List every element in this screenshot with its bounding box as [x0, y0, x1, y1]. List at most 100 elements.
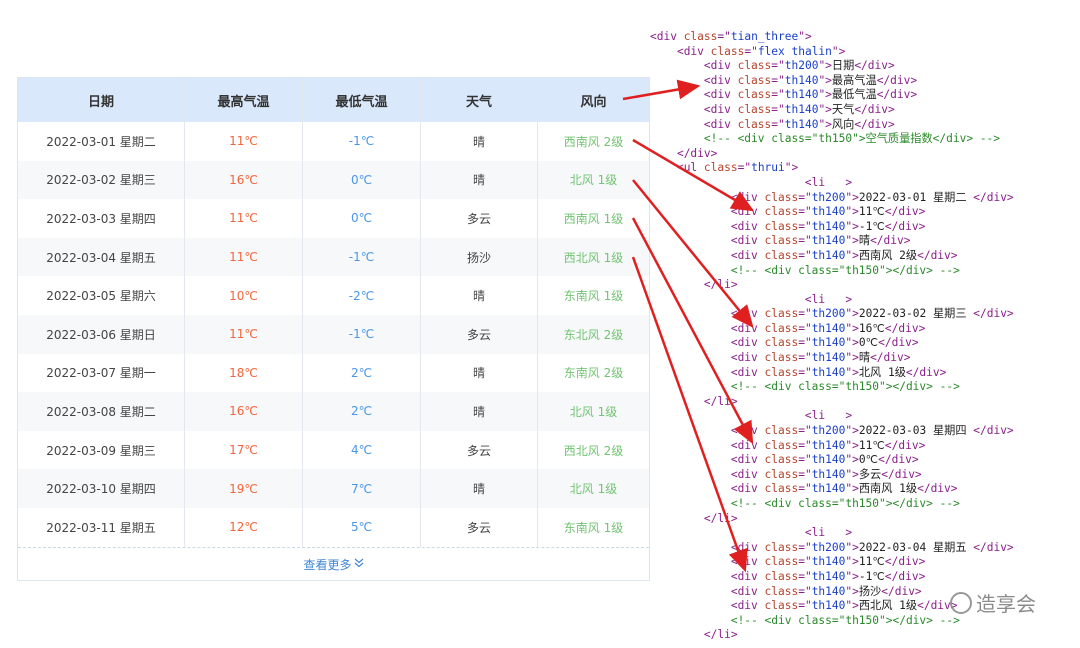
cell-low-temp: 2℃ [303, 353, 421, 393]
code-token: =" [771, 88, 785, 102]
code-token: "> [831, 44, 846, 58]
table-row: 2022-03-10 星期四 19℃ 7℃ 晴 北风 1级 [18, 469, 649, 508]
view-more-button[interactable]: 查看更多 [18, 546, 649, 581]
table-row: 2022-03-03 星期四 11℃ 0℃ 多云 西南风 1级 [18, 199, 649, 238]
cell-weather: 扬沙 [421, 237, 538, 277]
code-token: =" [798, 424, 812, 438]
code-token: 0℃ [858, 336, 879, 350]
code-token: <div [730, 307, 765, 321]
code-token: =" [771, 117, 785, 131]
code-token: class [764, 438, 799, 452]
code-token: "> [845, 307, 859, 321]
code-token: "> [845, 336, 859, 350]
code-token: =" [798, 569, 812, 583]
code-token: </div> [870, 351, 911, 365]
cell-date: 2022-03-03 星期四 [18, 199, 185, 238]
code-token: <div [703, 117, 738, 131]
code-line: <li > [650, 293, 1070, 308]
code-token: =" [798, 555, 812, 569]
code-token: <li > [804, 292, 853, 306]
cell-low-temp: -1℃ [303, 122, 421, 161]
code-token: </div> [884, 219, 926, 233]
cell-weather: 晴 [421, 353, 538, 393]
cell-high-temp: 11℃ [185, 199, 303, 238]
code-token: </div> [676, 146, 718, 160]
cell-wind: 西南风 1级 [563, 211, 624, 226]
cell-high-temp: 16℃ [185, 160, 303, 200]
code-token: "> [845, 540, 859, 554]
code-token: </div> [854, 102, 895, 116]
code-line: <div class="th140">西南风 1级</div> [650, 482, 1070, 497]
cell-date: 2022-03-08 星期二 [18, 392, 185, 431]
code-token: class [703, 161, 738, 175]
code-token: th140 [811, 555, 846, 569]
code-line: <div class="th200">2022-03-02 星期三 </div> [650, 307, 1070, 322]
code-token: th140 [811, 584, 846, 598]
cell-low-temp: 7℃ [303, 469, 421, 508]
cell-wind: 东北风 2级 [563, 327, 624, 342]
code-line: <!-- <div class="th150"></div> --> [650, 264, 1070, 279]
code-token: "> [845, 453, 859, 467]
header-date: 日期 [18, 78, 185, 122]
code-token: =" [798, 453, 812, 467]
code-token: =" [798, 365, 812, 379]
code-token: </div> [917, 248, 958, 262]
code-token: "> [784, 161, 799, 175]
code-token: </li> [703, 511, 738, 525]
code-token: "> [818, 88, 832, 102]
code-token: =" [798, 438, 812, 452]
code-token: "> [845, 365, 859, 379]
code-token: class [764, 365, 799, 379]
code-token: </div> [917, 482, 958, 496]
cell-weather: 晴 [421, 276, 538, 315]
code-token: th200 [811, 307, 846, 321]
table-row: 2022-03-11 星期五 12℃ 5℃ 多云 东南风 1级 [18, 507, 649, 547]
code-token: =" [798, 234, 812, 248]
code-line: <div class="th200">日期</div> [650, 59, 1070, 74]
code-token: <div [730, 424, 765, 438]
cell-date: 2022-03-01 星期二 [18, 122, 185, 161]
code-line: <div class="th140">0℃</div> [650, 453, 1070, 468]
cell-low-temp: -1℃ [303, 314, 421, 354]
code-token: </div> [878, 453, 919, 467]
table-row: 2022-03-01 星期二 11℃ -1℃ 晴 西南风 2级 [18, 122, 649, 161]
code-token: th140 [811, 467, 846, 481]
table-row: 2022-03-07 星期一 18℃ 2℃ 晴 东南风 2级 [18, 353, 649, 393]
table-header: 日期 最高气温 最低气温 天气 风向 [18, 78, 649, 122]
weather-table: 日期 最高气温 最低气温 天气 风向 2022-03-01 星期二 11℃ -1℃ 晴… [17, 77, 650, 581]
cell-wind: 西北风 1级 [563, 250, 624, 265]
table-row: 2022-03-02 星期三 16℃ 0℃ 晴 北风 1级 [18, 160, 649, 200]
code-line: <div class="th140">11℃</div> [650, 439, 1070, 454]
code-token: class [737, 73, 772, 87]
code-token: <div [676, 44, 711, 58]
watermark: 造享会 [950, 588, 1036, 617]
code-token: </div> [870, 234, 911, 248]
code-token: class [737, 117, 772, 131]
cell-high-temp: 16℃ [185, 392, 303, 431]
code-token: <div [730, 467, 765, 481]
cell-low-temp: -2℃ [303, 276, 421, 315]
code-token: th140 [784, 88, 819, 102]
cell-date: 2022-03-05 星期六 [18, 276, 185, 315]
code-token: =" [798, 219, 812, 233]
cell-high-temp: 10℃ [185, 276, 303, 315]
double-chevron-down-icon [354, 558, 364, 571]
code-token: th140 [811, 336, 846, 350]
code-token: =" [771, 73, 785, 87]
code-token: </div> [973, 424, 1014, 438]
code-token: =" [744, 44, 758, 58]
code-token: "> [845, 482, 859, 496]
code-token: =" [771, 59, 785, 73]
